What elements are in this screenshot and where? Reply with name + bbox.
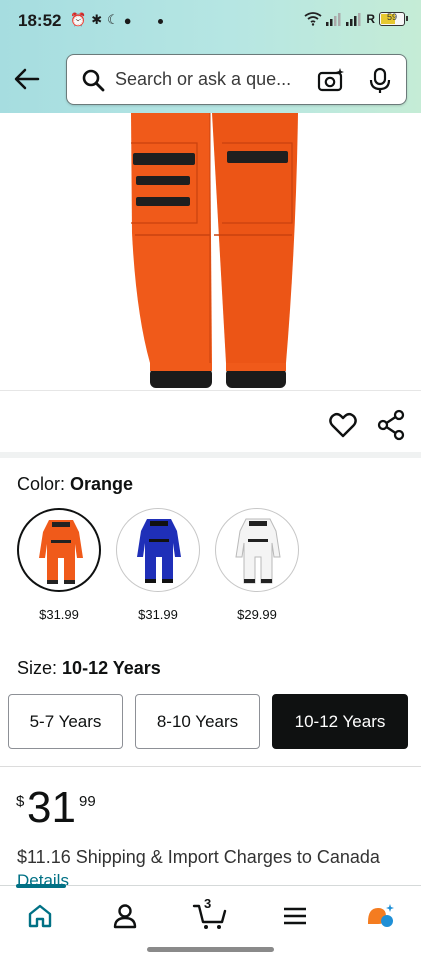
size-selected-value: 10-12 Years — [62, 658, 161, 678]
size-option-8-10[interactable]: 8-10 Years — [135, 694, 260, 749]
search-input[interactable]: Search or ask a que... — [66, 54, 407, 105]
image-divider — [0, 390, 421, 391]
swatch-price-blue: $31.99 — [138, 607, 178, 622]
color-label-prefix: Color: — [17, 474, 66, 494]
status-icons-right: R 59 — [304, 12, 408, 26]
nav-account[interactable] — [105, 900, 145, 932]
orange-costume-thumbnail — [39, 520, 83, 584]
r-indicator: R — [366, 12, 375, 26]
status-time: 18:52 — [18, 11, 62, 30]
battery-icon: 59 — [379, 12, 408, 26]
price-separator — [0, 766, 421, 767]
white-costume-thumbnail — [235, 518, 281, 584]
account-icon — [113, 904, 137, 929]
back-button[interactable] — [10, 62, 44, 96]
color-swatch-blue[interactable] — [116, 508, 200, 592]
home-icon — [28, 904, 52, 928]
size-option-5-7[interactable]: 5-7 Years — [8, 694, 123, 749]
size-label-prefix: Size: — [17, 658, 58, 678]
notification-dot — [158, 19, 163, 24]
share-button[interactable] — [376, 409, 406, 441]
size-option-10-12[interactable]: 10-12 Years — [272, 694, 408, 749]
costume-pants-illustration — [131, 113, 298, 388]
price-cents: 99 — [79, 793, 96, 810]
wishlist-button[interactable] — [328, 410, 358, 440]
status-icons-left: ⏰ ✱ ☾ ● — [70, 12, 132, 28]
chat-icon: ● — [123, 12, 132, 28]
app-header: 18:52 ⏰ ✱ ☾ ● R 59 Search or ask a que..… — [0, 0, 421, 113]
battery-level: 59 — [386, 12, 397, 22]
search-icon — [82, 69, 105, 92]
color-selected-value: Orange — [70, 474, 134, 494]
heart-icon — [329, 412, 357, 438]
mic-icon[interactable] — [369, 67, 391, 95]
wifi-icon — [304, 12, 322, 26]
price-whole: 31 — [27, 783, 76, 832]
search-placeholder: Search or ask a que... — [115, 69, 292, 89]
bluetooth-icon: ✱ — [91, 12, 103, 27]
menu-icon — [284, 907, 306, 925]
camera-sparkle-icon[interactable] — [317, 67, 345, 93]
shipping-info: $11.16 Shipping & Import Charges to Cana… — [17, 847, 380, 867]
nav-active-indicator — [16, 884, 66, 888]
swatch-price-white: $29.99 — [237, 607, 277, 622]
bottom-nav: 3 — [0, 884, 421, 945]
nav-rufus[interactable] — [360, 900, 400, 932]
color-swatch-orange[interactable] — [17, 508, 101, 592]
size-label: Size: 10-12 Years — [17, 658, 161, 679]
signal-icon — [326, 13, 341, 26]
price-currency-symbol: $ — [16, 793, 25, 810]
signal-icon — [346, 13, 361, 26]
home-gesture-handle[interactable] — [147, 947, 274, 952]
status-bar: 18:52 ⏰ ✱ ☾ ● R 59 — [0, 0, 421, 42]
color-swatch-white[interactable] — [215, 508, 299, 592]
alarm-icon: ⏰ — [70, 12, 87, 27]
arrow-left-icon — [14, 68, 40, 90]
swatch-price-orange: $31.99 — [39, 607, 79, 622]
product-image[interactable] — [0, 113, 421, 390]
nav-menu[interactable] — [275, 900, 315, 932]
nav-home[interactable] — [20, 900, 60, 932]
section-separator — [0, 452, 421, 458]
color-label: Color: Orange — [17, 474, 133, 495]
cart-count: 3 — [204, 896, 212, 911]
rufus-icon — [368, 904, 394, 927]
nav-cart[interactable]: 3 — [190, 896, 230, 932]
moon-icon: ☾ — [107, 12, 119, 27]
share-icon — [377, 409, 405, 441]
blue-costume-thumbnail — [137, 519, 181, 583]
